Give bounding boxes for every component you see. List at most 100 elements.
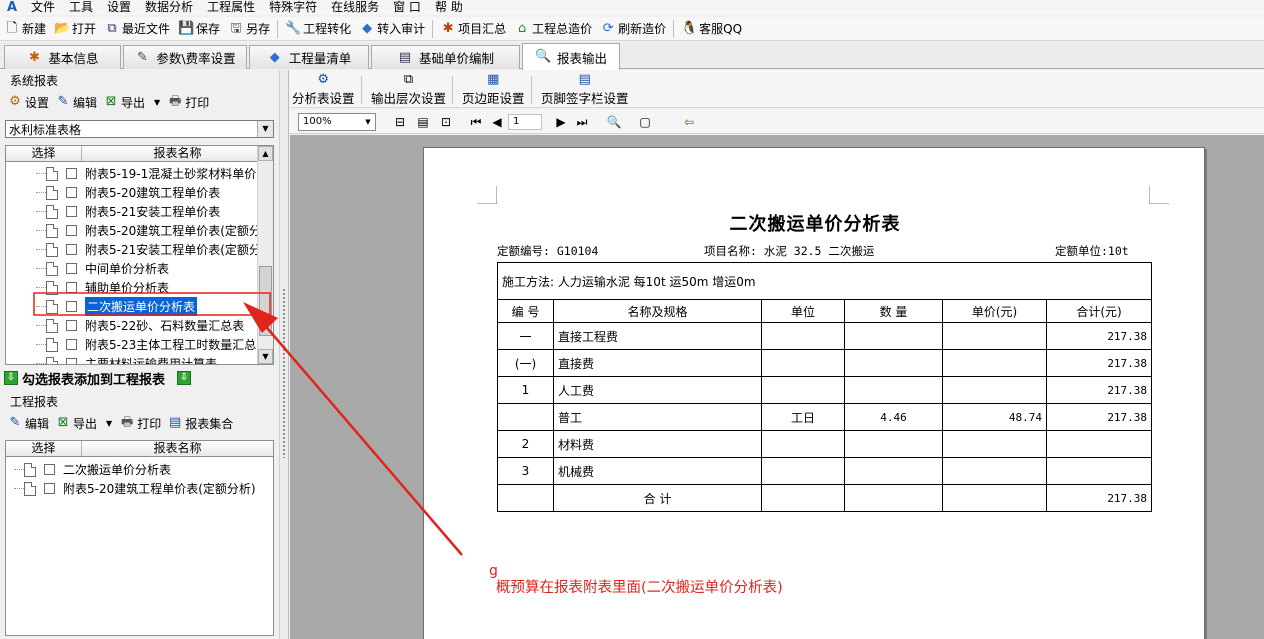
chevron-down-icon[interactable]: ▼ <box>257 121 273 137</box>
new-button[interactable]: 🗋 新建 <box>0 18 50 40</box>
tab-report-output[interactable]: 🔍 报表输出 <box>522 43 620 70</box>
export-dropdown-arrow-icon[interactable]: ▼ <box>154 98 160 107</box>
tree-item[interactable]: 附表5-20建筑工程单价表(定额分 <box>36 221 261 240</box>
fit-page-button[interactable]: ▢ <box>636 113 654 131</box>
report-print-button[interactable]: 🖶 打印 <box>164 91 212 113</box>
menu-help[interactable]: 帮 助 <box>428 0 470 15</box>
single-page-button[interactable]: ⊟ <box>391 113 409 131</box>
report-edit-button[interactable]: ✎ 编辑 <box>52 91 100 113</box>
export-dropdown-arrow-icon[interactable]: ▼ <box>106 419 112 428</box>
last-page-icon: ⏭ <box>576 115 588 129</box>
add-to-project-bar[interactable]: ⇩ 勾选报表添加到工程报表 ⇩ <box>4 368 192 388</box>
tree-item[interactable]: 二次搬运单价分析表 <box>36 297 198 316</box>
tree-item[interactable]: 附表5-21安装工程单价表(定额分 <box>36 240 261 259</box>
project-edit-button[interactable]: ✎ 编辑 <box>4 412 52 434</box>
toolbar-separator <box>452 76 453 104</box>
zoom-select[interactable]: 100% ▼ <box>298 113 376 131</box>
analysis-settings-button[interactable]: ⚙ 分析表设置 <box>292 72 355 107</box>
tree-item[interactable]: 二次搬运单价分析表 <box>14 460 171 479</box>
import-audit-button[interactable]: ◆ 转入审计 <box>355 18 429 40</box>
last-page-button[interactable]: ⏭ <box>573 113 591 131</box>
tree-item-checkbox[interactable] <box>66 225 77 236</box>
tree-item-checkbox[interactable] <box>66 301 77 312</box>
scroll-thumb[interactable] <box>259 266 272 336</box>
tree-item[interactable]: 附表5-19-1混凝土砂浆材料单价 <box>36 164 257 183</box>
output-level-button[interactable]: ⧉ 输出层次设置 <box>371 72 446 107</box>
tree-item[interactable]: 附表5-20建筑工程单价表 <box>36 183 220 202</box>
tab-basic-info[interactable]: ✱ 基本信息 <box>4 45 121 69</box>
menu-settings[interactable]: 设置 <box>100 0 138 15</box>
report-collection-button[interactable]: ▤ 报表集合 <box>164 412 236 434</box>
scroll-down-icon[interactable]: ▼ <box>258 349 273 364</box>
page-setup-button[interactable]: ⊡ <box>437 113 455 131</box>
next-page-button[interactable]: ▶ <box>552 113 570 131</box>
tree-item-label: 附表5-19-1混凝土砂浆材料单价 <box>85 167 257 181</box>
open-button[interactable]: 📂 打开 <box>50 18 100 40</box>
project-export-button[interactable]: ⊠ 导出 <box>52 412 100 434</box>
tree-item-checkbox[interactable] <box>66 263 77 274</box>
menu-online-service[interactable]: 在线服务 <box>324 0 386 15</box>
menu-window[interactable]: 窗 口 <box>386 0 428 15</box>
total-cost-button[interactable]: ⌂ 工程总造价 <box>510 18 596 40</box>
tab-base-unit-price[interactable]: ▤ 基础单价编制 <box>371 45 520 69</box>
tree-item-checkbox[interactable] <box>66 358 77 364</box>
margin-settings-button[interactable]: ▦ 页边距设置 <box>462 72 525 107</box>
report-settings-button[interactable]: ⚙ 设置 <box>4 91 52 113</box>
tree-item-checkbox[interactable] <box>66 168 77 179</box>
find-button[interactable]: 🔍 <box>605 113 623 131</box>
tree-item-checkbox[interactable] <box>66 339 77 350</box>
tree-item-checkbox[interactable] <box>66 206 77 217</box>
report-standard-select[interactable]: 水利标准表格 ▼ <box>5 120 274 138</box>
tree-scrollbar[interactable]: ▲ ▼ <box>257 146 273 364</box>
tree-item[interactable]: 附表5-22砂、石料数量汇总表 <box>36 316 244 335</box>
tree-item-checkbox[interactable] <box>44 483 55 494</box>
tree-item-checkbox[interactable] <box>44 464 55 475</box>
refresh-cost-button[interactable]: ⟳ 刷新造价 <box>596 18 670 40</box>
refresh-icon: ⟳ <box>602 20 614 36</box>
chevron-down-icon[interactable]: ▼ <box>361 114 375 130</box>
qq-support-button[interactable]: 🐧 客服QQ <box>677 18 746 40</box>
menu-project-props[interactable]: 工程属性 <box>200 0 262 15</box>
project-print-button[interactable]: 🖶 打印 <box>116 412 164 434</box>
cell-name: 机械费 <box>553 457 762 485</box>
menu-special-chars[interactable]: 特殊字符 <box>262 0 324 15</box>
footer-sign-button[interactable]: ▤ 页脚签字栏设置 <box>541 72 629 107</box>
menu-tools[interactable]: 工具 <box>62 0 100 15</box>
tree-item[interactable]: 附表5-23主体工程工时数量汇总 <box>36 335 256 354</box>
tree-item[interactable]: 辅助单价分析表 <box>36 278 169 297</box>
frame-icon: ▢ <box>639 115 651 129</box>
scroll-up-icon[interactable]: ▲ <box>258 146 273 161</box>
multi-page-button[interactable]: ▤ <box>414 113 432 131</box>
tab-params-rates[interactable]: ✎ 参数\费率设置 <box>123 45 247 69</box>
exit-preview-button[interactable]: ⇦ <box>680 113 698 131</box>
tree-item-label: 中间单价分析表 <box>85 262 170 276</box>
tree-item[interactable]: 中间单价分析表 <box>36 259 170 278</box>
menu-file[interactable]: 文件 <box>24 0 62 15</box>
analysis-table: 施工方法: 人力运输水泥 每10t 运50m 增运0m 编 号 名称及规格 单位… <box>496 262 1153 512</box>
project-convert-button[interactable]: 🔧 工程转化 <box>281 18 355 40</box>
preview-canvas[interactable]: 二次搬运单价分析表 定额编号: G10104 项目名称: 水泥 32.5 二次搬… <box>290 135 1264 639</box>
page-number-input[interactable]: 1 <box>508 114 542 130</box>
menu-data-analysis[interactable]: 数据分析 <box>138 0 200 15</box>
prev-page-button[interactable]: ◀ <box>488 113 506 131</box>
tree-item-checkbox[interactable] <box>66 320 77 331</box>
project-summary-button[interactable]: ✱ 项目汇总 <box>436 18 510 40</box>
tab-quantity-list[interactable]: ◆ 工程量清单 <box>249 45 369 69</box>
recent-files-button[interactable]: ⧉ 最近文件 <box>100 18 174 40</box>
prev-page-icon: ◀ <box>492 115 502 129</box>
first-page-button[interactable]: ⏮ <box>467 113 485 131</box>
splitter-grip[interactable] <box>282 288 286 458</box>
tree-connector <box>14 488 24 489</box>
tree-item[interactable]: 附表5-20建筑工程单价表(定额分析) <box>14 479 256 498</box>
tree-item-checkbox[interactable] <box>66 244 77 255</box>
recent-files-icon: ⧉ <box>107 20 117 36</box>
tree-item-checkbox[interactable] <box>66 187 77 198</box>
document-icon <box>46 299 58 314</box>
panel-splitter[interactable] <box>279 70 289 639</box>
save-as-button[interactable]: 🖫 另存 <box>224 18 274 40</box>
tree-item-checkbox[interactable] <box>66 282 77 293</box>
tree-item[interactable]: 附表5-21安装工程单价表 <box>36 202 220 221</box>
save-button[interactable]: 💾 保存 <box>174 18 224 40</box>
report-export-button[interactable]: ⊠ 导出 <box>100 91 148 113</box>
tree-item[interactable]: 主要材料运输费用计算表 <box>36 354 217 364</box>
